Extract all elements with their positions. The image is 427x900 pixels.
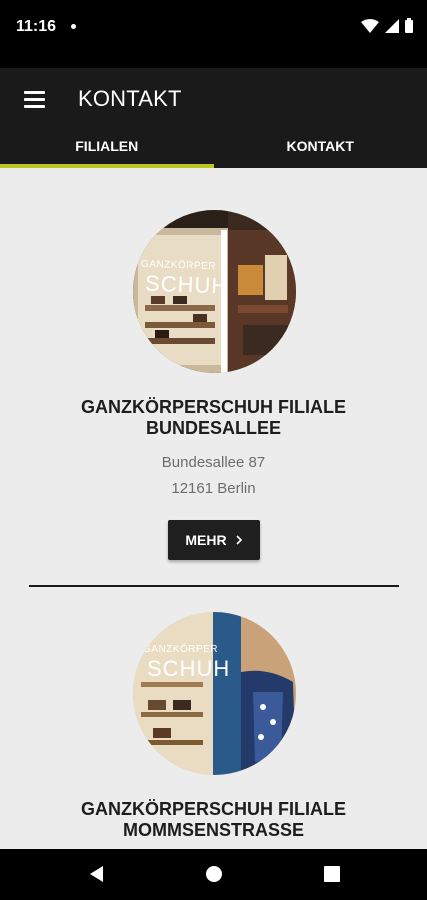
page-title: KONTAKT: [78, 86, 182, 111]
branch-name-bundesallee: GANZKÖRPERSCHUH FILIALE BUNDESALLEE: [20, 397, 407, 439]
tab-kontakt[interactable]: KONTAKT: [214, 130, 427, 168]
back-icon[interactable]: [87, 864, 105, 884]
photo-sign-top-2: GANZKÖRPER: [143, 644, 219, 655]
divider: [29, 585, 399, 587]
tab-bar: FILIALEN KONTAKT: [0, 130, 427, 168]
photo-sign-bottom-2: SCHUH: [147, 656, 231, 681]
notification-dot-icon: [71, 24, 76, 29]
app-bar: KONTAKT: [0, 68, 427, 130]
system-nav-bar: [0, 849, 427, 900]
chevron-right-icon: [236, 535, 242, 545]
status-time: 11:16: [16, 18, 57, 35]
branch-name-mommsenstrasse: GANZKÖRPERSCHUH FILIALE MOMMSENSTRASSE: [20, 799, 407, 841]
branch-photo-mommsenstrasse: GANZKÖRPER SCHUH: [133, 612, 296, 775]
branch-city: 12161 Berlin: [171, 480, 256, 497]
branch-list[interactable]: GANZKÖRPER SCHUH GANZKÖRPERSCHUH FILIALE…: [0, 168, 427, 849]
branch-name-line2: MOMMSENSTRASSE: [122, 820, 304, 840]
menu-icon[interactable]: [24, 89, 46, 109]
branch-name-line2: BUNDESALLEE: [145, 418, 281, 438]
wifi-icon: [361, 18, 379, 33]
home-icon[interactable]: [205, 864, 223, 884]
branch-name-line1: GANZKÖRPERSCHUH FILIALE: [81, 799, 346, 819]
photo-sign-bottom: SCHUH: [144, 270, 229, 299]
cellular-signal-icon: [385, 18, 399, 33]
tab-filialen[interactable]: FILIALEN: [0, 130, 214, 168]
overview-icon[interactable]: [323, 864, 341, 884]
branch-name-line1: GANZKÖRPERSCHUH FILIALE: [81, 397, 346, 417]
mehr-button[interactable]: MEHR: [168, 520, 260, 560]
branch-photo-bundesallee: GANZKÖRPER SCHUH: [133, 210, 296, 373]
battery-icon: [405, 18, 413, 33]
branch-street: Bundesallee 87: [161, 454, 266, 471]
status-icons: [361, 18, 413, 33]
status-bar: 11:16: [0, 0, 427, 68]
mehr-button-label: MEHR: [185, 532, 227, 548]
